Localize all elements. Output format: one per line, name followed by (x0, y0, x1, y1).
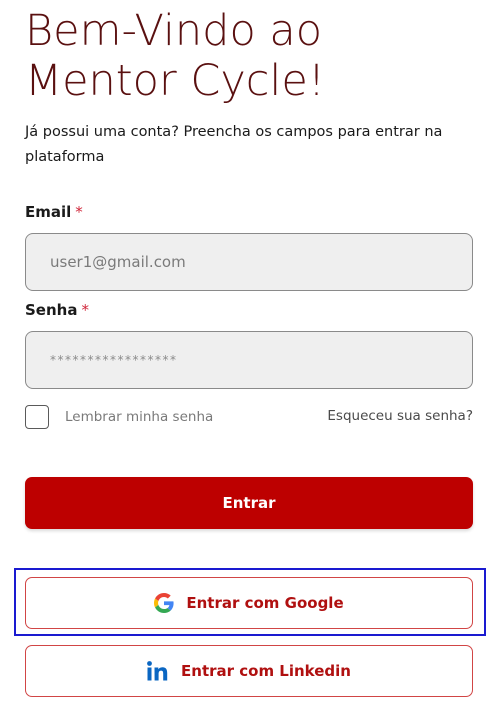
password-label: Senha * (25, 301, 89, 319)
linkedin-login-label: Entrar com Linkedin (181, 662, 351, 680)
email-field[interactable]: user1@gmail.com (25, 233, 473, 291)
email-label: Email * (25, 203, 83, 221)
remember-me: Lembrar minha senha (25, 405, 213, 429)
linkedin-icon (147, 661, 169, 681)
remember-checkbox[interactable] (25, 405, 49, 429)
password-label-text: Senha (25, 301, 78, 319)
password-field-value: ***************** (50, 353, 178, 367)
page-title-line1: Bem-Vindo ao (25, 6, 323, 56)
linkedin-login-button[interactable]: Entrar com Linkedin (25, 645, 473, 697)
email-label-text: Email (25, 203, 72, 221)
email-field-value: user1@gmail.com (50, 253, 186, 271)
email-required-mark: * (75, 203, 83, 221)
remember-label: Lembrar minha senha (65, 409, 214, 425)
page-title-line2: Mentor Cycle! (25, 56, 326, 106)
password-field[interactable]: ***************** (25, 331, 473, 389)
google-login-button[interactable]: Entrar com Google (25, 577, 473, 629)
page-subtitle: Já possui uma conta? Preencha os campos … (25, 124, 443, 165)
google-login-label: Entrar com Google (186, 594, 344, 612)
forgot-password-link[interactable]: Esqueceu sua senha? (327, 408, 473, 424)
google-icon (154, 593, 174, 613)
password-required-mark: * (81, 301, 89, 319)
login-button[interactable]: Entrar (25, 477, 473, 529)
page-title: Bem-Vindo ao Mentor Cycle! (25, 6, 485, 106)
